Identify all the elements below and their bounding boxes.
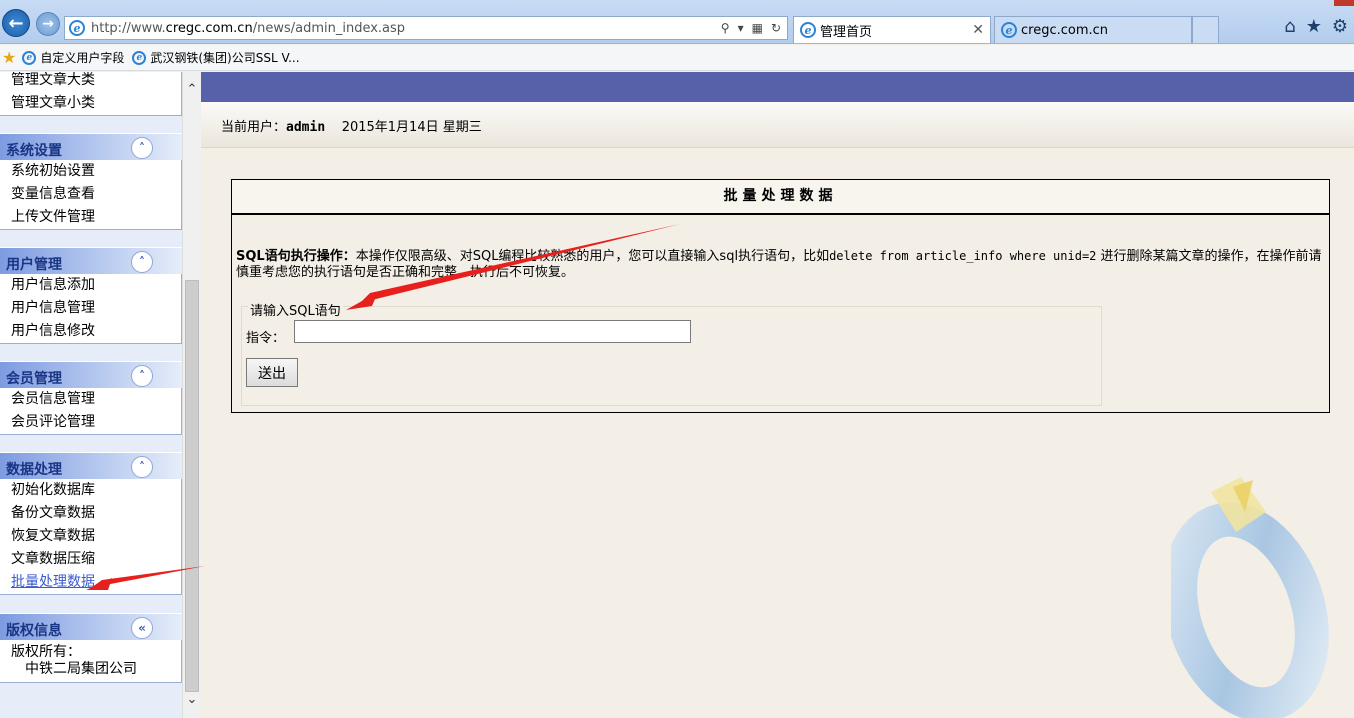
sidebar-item-restore[interactable]: 恢复文章数据 [0,525,181,548]
scroll-down-icon[interactable]: ⌄ [183,692,201,710]
sidebar-section-header[interactable]: 用户管理 ˄ [0,247,182,274]
top-banner [201,72,1354,102]
sidebar-item-batch-process[interactable]: 批量处理数据 [0,571,181,594]
browser-titlebar: ← → e http://www.cregc.com.cn/news/admin… [0,0,1354,44]
window-close-strip[interactable] [1334,0,1354,6]
sidebar-scrollbar[interactable]: ⌃ ⌄ [182,72,201,718]
sidebar-item-member-manage[interactable]: 会员信息管理 [0,388,181,411]
favorite-item[interactable]: e 武汉钢铁(集团)公司SSL V... [132,49,300,66]
favorites-star-icon[interactable]: ★ [1306,16,1322,37]
batch-process-link[interactable]: 批量处理数据 [11,574,95,590]
tab-cregc[interactable]: e cregc.com.cn [994,16,1192,43]
favorites-bar: ★ e 自定义用户字段 e 武汉钢铁(集团)公司SSL V... [0,45,1354,71]
sidebar-item-system-init[interactable]: 系统初始设置 [0,160,181,183]
sidebar-item-article-category[interactable]: 管理文章大类 [0,72,181,92]
panel-title: 批量处理数据 [232,180,1329,215]
sidebar-section-header[interactable]: 系统设置 ˄ [0,133,182,160]
batch-process-panel: 批量处理数据 SQL语句执行操作：本操作仅限高级、对SQL编程比较熟悉的用户，您… [231,179,1330,413]
sidebar-item-user-edit[interactable]: 用户信息修改 [0,320,181,343]
sidebar-section-header[interactable]: 版权信息 « [0,613,182,640]
address-bar[interactable]: e http://www.cregc.com.cn/news/admin_ind… [64,16,788,40]
collapse-up-icon[interactable]: ˄ [131,137,153,159]
search-icon[interactable]: ⚲ [721,21,730,35]
sql-fieldset: 请输入SQL语句 指令： 送出 [241,300,1102,406]
collapse-up-icon[interactable]: ˄ [131,365,153,387]
submit-button[interactable]: 送出 [246,358,298,387]
scroll-up-icon[interactable]: ⌃ [183,82,201,100]
new-tab-button[interactable] [1192,16,1219,43]
sidebar-item-article-subcategory[interactable]: 管理文章小类 [0,92,181,115]
refresh-icon[interactable]: ↻ [771,21,781,35]
ie-page-icon: e [69,20,85,36]
current-date: 2015年1月14日 星期三 [341,120,482,135]
watermark-logo [1171,477,1329,718]
sidebar-item-user-add[interactable]: 用户信息添加 [0,274,181,297]
favorite-item[interactable]: e 自定义用户字段 [22,49,124,66]
ie-tab-icon: e [800,22,816,38]
tab-admin-home[interactable]: e 管理首页 ✕ [793,16,991,43]
gear-icon[interactable]: ⚙ [1332,16,1348,37]
sql-legend: 请输入SQL语句 [248,300,343,319]
collapse-left-icon[interactable]: « [131,617,153,639]
ie-tab-icon: e [1001,22,1017,38]
compatibility-view-icon[interactable]: ▦ [752,21,763,35]
sidebar-item-upload-files[interactable]: 上传文件管理 [0,206,181,229]
dropdown-icon[interactable]: ▾ [738,21,744,35]
home-icon[interactable]: ⌂ [1284,16,1295,37]
close-tab-icon[interactable]: ✕ [972,22,984,38]
back-arrow-icon[interactable]: ← [2,9,30,37]
sidebar-item-init-db[interactable]: 初始化数据库 [0,479,181,502]
sidebar-item-member-comments[interactable]: 会员评论管理 [0,411,181,434]
user-info-bar: 当前用户：admin 2015年1月14日 星期三 [201,102,1354,148]
copyright-info: 版权所有： 中铁二局集团公司 [0,640,182,683]
forward-arrow-icon[interactable]: → [36,12,60,36]
sidebar-item-backup[interactable]: 备份文章数据 [0,502,181,525]
sidebar-section-header[interactable]: 会员管理 ˄ [0,361,182,388]
current-user: admin [286,120,326,135]
sidebar-item-variables[interactable]: 变量信息查看 [0,183,181,206]
scroll-thumb[interactable] [185,280,199,692]
favorites-add-icon[interactable]: ★ [2,48,16,67]
sidebar-item-user-manage[interactable]: 用户信息管理 [0,297,181,320]
sidebar-section-header[interactable]: 数据处理 ˄ [0,452,182,479]
sql-description: SQL语句执行操作：本操作仅限高级、对SQL编程比较熟悉的用户，您可以直接输入s… [236,249,1322,280]
ie-favorite-icon: e [22,50,37,65]
address-url[interactable]: http://www.cregc.com.cn/news/admin_index… [91,21,721,36]
left-sidebar: 管理文章大类 管理文章小类 系统设置 ˄ 系统初始设置 变量信息查看 上传文件管… [0,72,182,718]
sql-command-input[interactable] [294,320,691,343]
collapse-up-icon[interactable]: ˄ [131,456,153,478]
sidebar-item-compress[interactable]: 文章数据压缩 [0,548,181,571]
collapse-up-icon[interactable]: ˄ [131,251,153,273]
main-frame: 当前用户：admin 2015年1月14日 星期三 批量处理数据 SQL语句执行… [201,72,1354,718]
command-label: 指令： [246,331,286,346]
ie-favorite-icon: e [132,50,147,65]
